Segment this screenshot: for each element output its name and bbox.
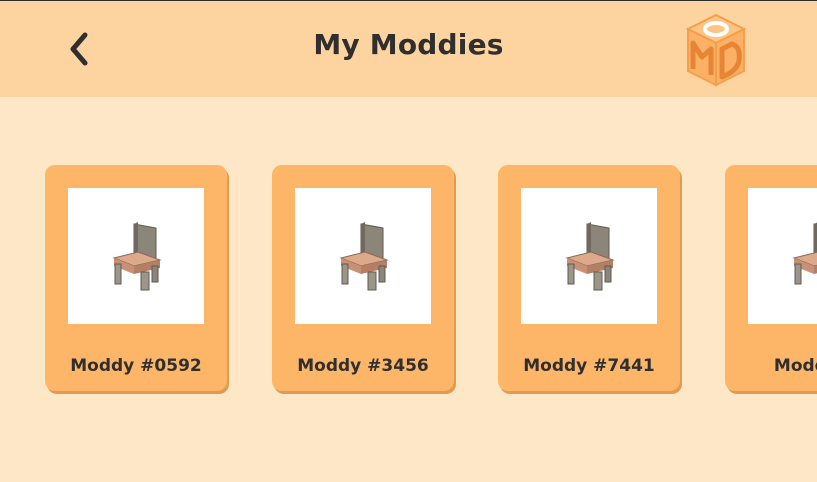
moddy-label: Moddy #3456 xyxy=(297,356,429,376)
moddy-card[interactable]: Moddy #3456 xyxy=(272,165,454,391)
moddy-label: Moddy # xyxy=(773,356,817,376)
chair-icon xyxy=(792,222,817,285)
chair-icon xyxy=(339,222,389,291)
moddy-thumbnail xyxy=(521,188,657,324)
moddy-thumbnail xyxy=(295,188,431,324)
app-screen: My Moddies Moddy #0592 Moddy #3456 Moddy… xyxy=(0,0,817,482)
chair-icon xyxy=(112,222,162,291)
moddy-label: Moddy #7441 xyxy=(523,356,655,376)
moddy-card[interactable]: Moddy #7441 xyxy=(498,165,680,391)
top-bar: My Moddies xyxy=(0,0,817,97)
moddy-label: Moddy #0592 xyxy=(70,356,202,376)
moddy-card[interactable]: Moddy #0592 xyxy=(45,165,227,391)
chair-icon xyxy=(565,222,615,291)
moddy-thumbnail xyxy=(748,188,817,324)
moddy-card[interactable]: Moddy # xyxy=(725,165,817,391)
moddy-thumbnail xyxy=(68,188,204,324)
moddy-cube-logo[interactable] xyxy=(684,13,748,87)
